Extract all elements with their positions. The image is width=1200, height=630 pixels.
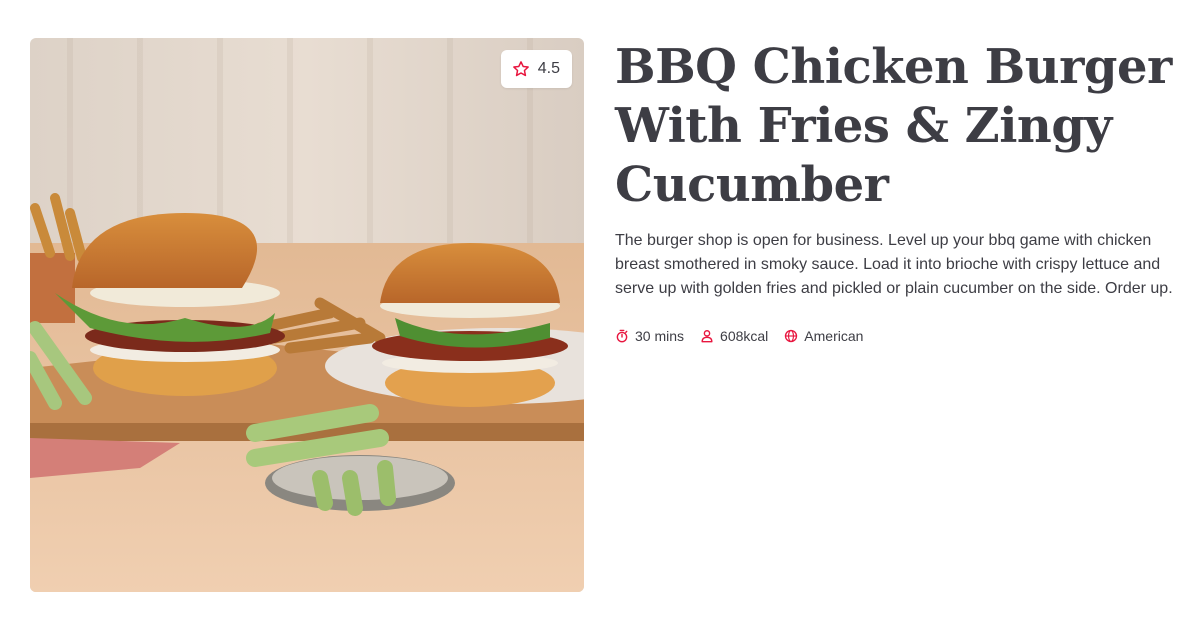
person-icon — [701, 330, 713, 343]
recipe-description: The burger shop is open for business. Le… — [615, 232, 1173, 297]
meta-time: 30 mins — [615, 328, 684, 344]
meta-calories: 608kcal — [700, 328, 768, 344]
meta-calories-label: 608kcal — [720, 328, 769, 344]
meta-cuisine: American — [784, 328, 863, 344]
meta-time-label: 30 mins — [635, 328, 685, 344]
rating-value: 4.5 — [537, 60, 560, 77]
recipe-image: 4.5 — [30, 38, 584, 592]
burger-photo — [30, 38, 584, 592]
meta-cuisine-label: American — [804, 328, 864, 344]
rating-badge: 4.5 — [500, 50, 572, 88]
star-icon — [512, 61, 529, 77]
recipe-title: BBQ Chicken Burger With Fries & Zingy Cu… — [615, 39, 1172, 213]
stopwatch-icon — [616, 329, 628, 343]
globe-icon — [785, 329, 798, 343]
recipe-details: BBQ Chicken Burger With Fries & Zingy Cu… — [615, 38, 1175, 344]
recipe-meta: 30 mins 608kcal American — [615, 328, 1175, 344]
